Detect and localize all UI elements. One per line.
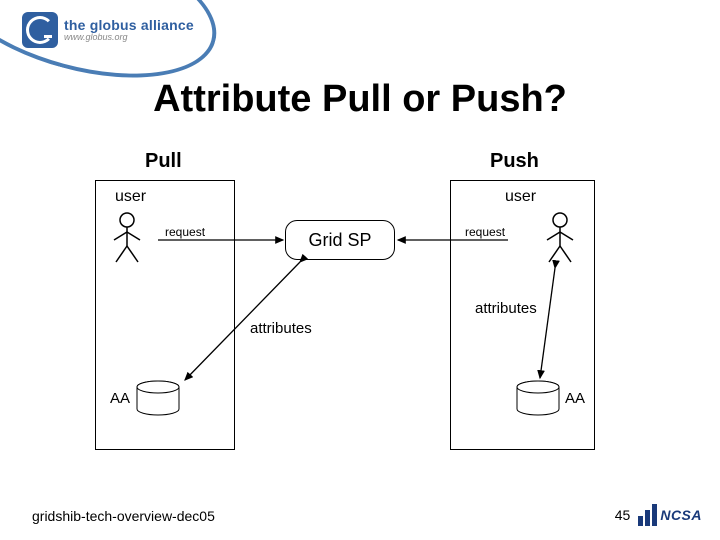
footer-right: 45 NCSA bbox=[615, 504, 702, 526]
footer-doc-id: gridshib-tech-overview-dec05 bbox=[32, 508, 215, 524]
aa-right-label: AA bbox=[565, 390, 585, 407]
aa-left-label: AA bbox=[110, 390, 130, 407]
aa-cylinder-right bbox=[515, 380, 561, 418]
request-left-label: request bbox=[165, 225, 205, 239]
aa-cylinder-left bbox=[135, 380, 181, 418]
user-left-label: user bbox=[115, 188, 146, 206]
request-right-label: request bbox=[465, 225, 505, 239]
attributes-left-label: attributes bbox=[250, 320, 312, 337]
col-title-pull: Pull bbox=[145, 150, 182, 173]
globus-logo-icon bbox=[22, 12, 58, 48]
ncsa-bars-icon bbox=[638, 504, 657, 526]
diagram: Pull Push user user request request Grid… bbox=[0, 150, 720, 470]
col-title-push: Push bbox=[490, 150, 539, 173]
user-icon-right bbox=[545, 212, 575, 264]
globus-logo: the globus alliance www.globus.org bbox=[22, 12, 194, 48]
ncsa-logo: NCSA bbox=[638, 504, 702, 526]
page-number: 45 bbox=[615, 507, 631, 523]
user-icon-left bbox=[112, 212, 142, 264]
grid-sp-node: Grid SP bbox=[285, 220, 395, 260]
logo-url: www.globus.org bbox=[64, 33, 194, 42]
attributes-right-label: attributes bbox=[475, 300, 537, 317]
logo-title: the globus alliance bbox=[64, 18, 194, 32]
page-title: Attribute Pull or Push? bbox=[153, 78, 567, 121]
user-right-label: user bbox=[505, 188, 536, 206]
grid-sp-label: Grid SP bbox=[308, 230, 371, 251]
ncsa-text: NCSA bbox=[660, 507, 702, 523]
